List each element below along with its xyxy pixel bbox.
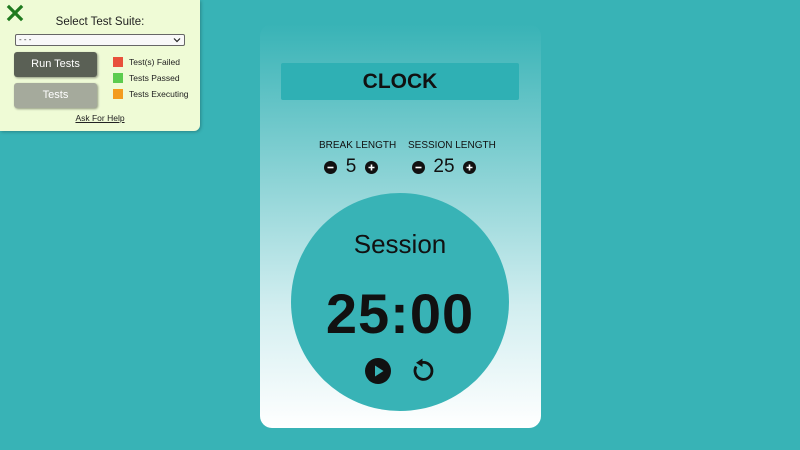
legend-executing: Tests Executing — [113, 89, 189, 99]
legend-failed: Test(s) Failed — [113, 57, 180, 67]
break-length-label: BREAK LENGTH — [319, 140, 397, 151]
legend-failed-label: Test(s) Failed — [129, 57, 181, 67]
time-left: 25:00 — [325, 282, 475, 345]
executing-swatch — [113, 89, 123, 99]
tests-button[interactable]: Tests — [14, 83, 97, 108]
session-increment-button[interactable] — [463, 160, 476, 174]
break-length-control: 5 — [324, 156, 378, 178]
play-icon[interactable] — [364, 357, 392, 385]
failed-swatch — [113, 57, 123, 67]
run-tests-button[interactable]: Run Tests — [14, 52, 97, 77]
suite-selected-value: - - - — [19, 35, 32, 44]
clock-title: CLOCK — [281, 63, 519, 100]
break-decrement-button[interactable] — [324, 160, 337, 174]
clock-card: CLOCK BREAK LENGTH 5 SESSION LENGTH 25 S… — [260, 24, 541, 428]
break-increment-button[interactable] — [365, 160, 378, 174]
legend-passed-label: Tests Passed — [129, 73, 180, 83]
ask-for-help-link[interactable]: Ask For Help — [0, 113, 200, 123]
timer-dial: Session 25:00 — [291, 193, 509, 411]
suite-select[interactable]: - - - — [15, 34, 185, 46]
session-length-control: 25 — [412, 156, 476, 178]
passed-swatch — [113, 73, 123, 83]
session-length-label: SESSION LENGTH — [408, 140, 496, 151]
chevron-down-icon — [173, 36, 181, 44]
timer-label: Session — [353, 229, 447, 259]
legend-passed: Tests Passed — [113, 73, 180, 83]
session-length-value: 25 — [433, 156, 455, 177]
test-panel: Select Test Suite: - - - Run Tests Tests… — [0, 0, 200, 131]
break-length-value: 5 — [345, 156, 357, 177]
session-decrement-button[interactable] — [412, 160, 425, 174]
legend-executing-label: Tests Executing — [129, 89, 189, 99]
suite-label: Select Test Suite: — [55, 16, 145, 28]
reset-icon[interactable] — [408, 357, 436, 385]
